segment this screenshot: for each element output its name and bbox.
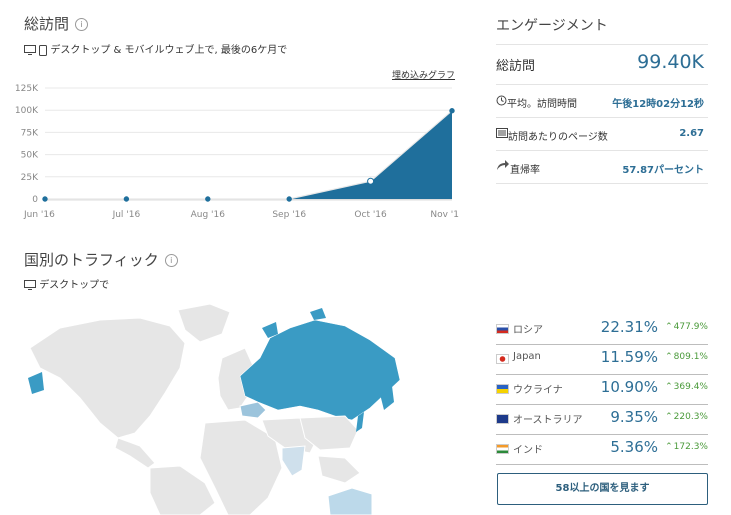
x-tick-label: Sep '16 [272, 210, 306, 220]
pages-icon [496, 128, 508, 138]
country-name: ロシア [513, 325, 543, 336]
trend-up-icon: ⌃ [665, 322, 673, 332]
india-flag-icon [496, 444, 509, 454]
country-growth-value: 172.3% [673, 442, 708, 452]
trend-up-icon: ⌃ [665, 382, 673, 392]
map-region-australia[interactable] [327, 487, 373, 515]
y-tick-label: 25K [21, 173, 39, 183]
australia-flag-icon [496, 414, 509, 424]
bounce-rate-value: 57.87パーセント [622, 165, 704, 176]
country-percent: 9.35% [610, 408, 658, 426]
y-tick-label: 125K [15, 84, 39, 94]
total-visits-label: 総訪問 [496, 59, 536, 74]
x-tick-label: Jun '16 [23, 210, 55, 220]
map-region-greenland[interactable] [177, 303, 231, 343]
country-growth: ⌃220.3% [665, 412, 708, 422]
mobile-icon [39, 44, 48, 56]
data-point[interactable] [367, 177, 375, 185]
map-region-southeast-asia[interactable] [317, 455, 361, 484]
y-tick-label: 0 [32, 195, 38, 205]
data-point[interactable] [123, 196, 130, 202]
y-tick-label: 100K [15, 106, 39, 116]
data-point[interactable] [205, 196, 211, 202]
country-growth: ⌃172.3% [665, 442, 708, 452]
country-percent: 10.90% [600, 378, 658, 396]
country-row-russia[interactable]: ロシア 22.31% ⌃477.9% [496, 314, 708, 345]
traffic-subtitle-row: デスクトップで [24, 276, 109, 291]
y-tick-label: 50K [21, 151, 39, 161]
country-percent: 5.36% [610, 438, 658, 456]
bounce-rate-row: 直帰率 57.87パーセント [496, 150, 708, 184]
x-tick-label: Aug '16 [191, 210, 226, 220]
country-row-japan[interactable]: Japan 11.59% ⌃809.1% [496, 344, 708, 375]
map-region-north-america[interactable] [29, 317, 186, 439]
pages-per-visit-row: 訪問あたりのページ数 2.67 [496, 117, 708, 151]
see-more-countries-button[interactable]: 58以上の国を見ます [497, 473, 708, 505]
country-growth-value: 369.4% [673, 382, 708, 392]
map-region-alaska[interactable] [28, 372, 44, 394]
map-region-south-america[interactable] [149, 465, 216, 515]
total-visits-row: 総訪問 99.40K [496, 44, 708, 85]
country-growth: ⌃809.1% [665, 352, 708, 362]
country-percent: 11.59% [600, 348, 658, 366]
desktop-icon [24, 280, 36, 290]
avg-visit-duration-row: 平均。訪問時間 午後12時02分12秒 [496, 84, 708, 118]
clock-icon [496, 95, 507, 106]
engagement-title: エンゲージメント [496, 18, 608, 34]
map-region-ukraine[interactable] [239, 401, 267, 419]
traffic-title: 国別のトラフィック i [24, 249, 178, 270]
traffic-title-text: 国別のトラフィック [24, 251, 159, 269]
country-growth: ⌃369.4% [665, 382, 708, 392]
trend-up-icon: ⌃ [665, 352, 673, 362]
total-visits-value: 99.40K [637, 51, 704, 73]
country-row-ukraine[interactable]: ウクライナ 10.90% ⌃369.4% [496, 374, 708, 405]
y-tick-label: 75K [21, 128, 39, 138]
desktop-icon [24, 45, 36, 55]
bounce-rate-label: 直帰率 [510, 165, 540, 176]
map-region-russia[interactable] [239, 319, 401, 421]
avg-visit-duration-value: 午後12時02分12秒 [612, 99, 704, 110]
country-percent: 22.31% [600, 318, 658, 336]
pages-per-visit-value: 2.67 [679, 128, 704, 139]
country-name: ウクライナ [513, 385, 563, 396]
country-row-india[interactable]: インド 5.36% ⌃172.3% [496, 434, 708, 465]
avg-visit-duration-label: 平均。訪問時間 [507, 99, 577, 110]
ukraine-flag-icon [496, 384, 509, 394]
bounce-icon [497, 160, 509, 170]
country-growth-value: 477.9% [673, 322, 708, 332]
country-growth-value: 220.3% [673, 412, 708, 422]
data-point[interactable] [286, 196, 292, 202]
russia-flag-icon [496, 324, 509, 334]
x-tick-label: Jul '16 [112, 210, 141, 220]
country-name: オーストラリア [513, 415, 583, 426]
map-region-central-america[interactable] [114, 437, 156, 469]
pages-per-visit-label: 訪問あたりのページ数 [508, 132, 608, 143]
country-name: インド [513, 445, 543, 456]
visits-title-text: 総訪問 [24, 15, 70, 33]
info-icon[interactable]: i [75, 18, 89, 31]
visits-title: 総訪問 i [24, 13, 89, 34]
country-growth: ⌃477.9% [665, 322, 708, 332]
data-point[interactable] [42, 196, 48, 202]
traffic-subtitle: デスクトップで [39, 280, 110, 291]
country-growth-value: 809.1% [673, 352, 708, 362]
trend-up-icon: ⌃ [665, 412, 673, 422]
data-point[interactable] [449, 108, 455, 114]
country-row-australia[interactable]: オーストラリア 9.35% ⌃220.3% [496, 404, 708, 435]
world-map[interactable] [0, 298, 470, 515]
japan-flag-icon [496, 354, 509, 364]
x-tick-label: Nov '1 [430, 210, 459, 220]
visits-subtitle-row: デスクトップ & モバイルウェブ上で, 最後の6ケ月で [24, 41, 287, 56]
visits-chart: 125K 100K 75K 50K 25K 0 Jun '16 Jul '16 Aug '16 S… [15, 84, 459, 220]
trend-up-icon: ⌃ [665, 442, 673, 452]
info-icon[interactable]: i [164, 254, 178, 267]
engagement-divider [496, 183, 708, 184]
country-name: Japan [513, 351, 541, 362]
map-region-india[interactable] [281, 445, 306, 477]
x-tick-label: Oct '16 [354, 210, 387, 220]
visits-subtitle: デスクトップ & モバイルウェブ上で, 最後の6ケ月で [50, 45, 288, 56]
